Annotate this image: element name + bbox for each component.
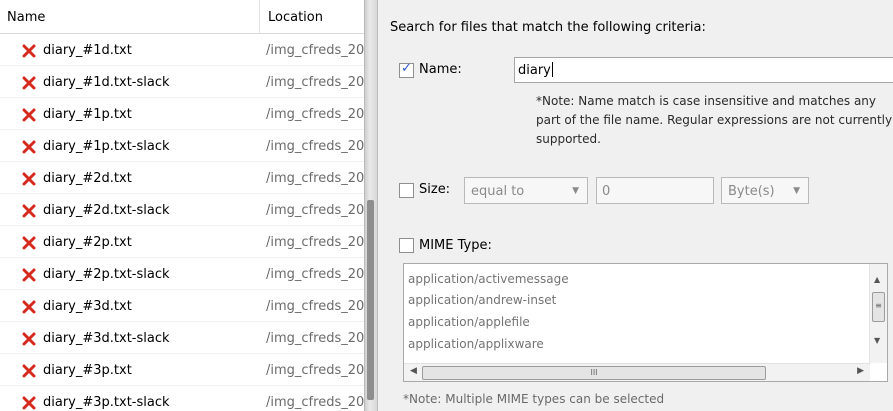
mime-type-option[interactable]: application/applixware bbox=[408, 337, 544, 351]
size-comparator-select[interactable]: equal to ▼ bbox=[464, 177, 588, 204]
file-location: /img_cfreds_20 bbox=[266, 75, 364, 90]
panel-splitter[interactable] bbox=[364, 0, 378, 411]
table-row[interactable]: diary_#1p.txt-slack/img_cfreds_20 bbox=[0, 130, 364, 162]
deleted-file-icon bbox=[22, 204, 36, 218]
deleted-file-icon bbox=[22, 140, 36, 154]
deleted-file-icon bbox=[22, 268, 36, 282]
file-list-panel: Name Location diary_#1d.txt/img_cfreds_2… bbox=[0, 0, 364, 411]
file-location: /img_cfreds_20 bbox=[266, 299, 364, 314]
table-row[interactable]: diary_#3p.txt-slack/img_cfreds_20 bbox=[0, 386, 364, 411]
file-name: diary_#3d.txt bbox=[43, 299, 132, 314]
mime-type-list[interactable]: application/activemessage application/an… bbox=[403, 263, 888, 382]
file-name: diary_#1d.txt bbox=[43, 43, 132, 58]
vertical-scroll-thumb[interactable]: ≡ bbox=[872, 292, 885, 322]
file-location: /img_cfreds_20 bbox=[266, 107, 364, 122]
file-list-rows: diary_#1d.txt/img_cfreds_20 diary_#1d.txt… bbox=[0, 34, 364, 411]
name-search-input[interactable]: diary bbox=[514, 57, 893, 83]
deleted-file-icon bbox=[22, 300, 36, 314]
file-name: diary_#3p.txt bbox=[43, 363, 132, 378]
search-criteria-title: Search for files that match the followin… bbox=[390, 20, 706, 35]
mime-type-label: MIME Type: bbox=[419, 238, 492, 253]
deleted-file-icon bbox=[22, 172, 36, 186]
deleted-file-icon bbox=[22, 364, 36, 378]
table-row[interactable]: diary_#1d.txt/img_cfreds_20 bbox=[0, 34, 364, 66]
splitter-scrollbar-thumb[interactable] bbox=[367, 200, 374, 400]
size-label: Size: bbox=[419, 182, 451, 197]
size-unit-select[interactable]: Byte(s) ▼ bbox=[721, 177, 809, 204]
scroll-up-arrow-icon[interactable]: ▲ bbox=[874, 275, 880, 284]
table-row[interactable]: diary_#2d.txt-slack/img_cfreds_20 bbox=[0, 194, 364, 226]
file-name: diary_#3d.txt-slack bbox=[43, 331, 170, 346]
chevron-down-icon: ▼ bbox=[572, 186, 579, 196]
file-location: /img_cfreds_20 bbox=[266, 171, 364, 186]
column-header-name[interactable]: Name bbox=[0, 0, 260, 33]
mime-type-option[interactable]: application/activemessage bbox=[408, 272, 569, 286]
size-value: 0 bbox=[602, 184, 611, 199]
column-header-location[interactable]: Location bbox=[261, 0, 364, 33]
file-location: /img_cfreds_20 bbox=[266, 395, 364, 410]
deleted-file-icon bbox=[22, 332, 36, 346]
file-name: diary_#1p.txt-slack bbox=[43, 139, 170, 154]
table-row[interactable]: diary_#2p.txt-slack/img_cfreds_20 bbox=[0, 258, 364, 290]
file-location: /img_cfreds_20 bbox=[266, 43, 364, 58]
name-label: Name: bbox=[419, 62, 462, 77]
size-comparator-value: equal to bbox=[471, 184, 525, 199]
table-row[interactable]: diary_#3d.txt/img_cfreds_20 bbox=[0, 290, 364, 322]
file-name: diary_#2p.txt bbox=[43, 235, 132, 250]
file-list-header: Name Location bbox=[0, 0, 364, 34]
deleted-file-icon bbox=[22, 44, 36, 58]
table-row[interactable]: diary_#2d.txt/img_cfreds_20 bbox=[0, 162, 364, 194]
name-search-value: diary bbox=[518, 63, 551, 78]
file-location: /img_cfreds_20 bbox=[266, 203, 364, 218]
name-checkbox[interactable] bbox=[399, 61, 414, 78]
file-location: /img_cfreds_20 bbox=[266, 363, 364, 378]
mime-type-option[interactable]: application/applefile bbox=[408, 315, 530, 329]
file-name: diary_#1p.txt bbox=[43, 107, 132, 122]
table-row[interactable]: diary_#1d.txt-slack/img_cfreds_20 bbox=[0, 66, 364, 98]
table-row[interactable]: diary_#3d.txt-slack/img_cfreds_20 bbox=[0, 322, 364, 354]
file-name: diary_#2d.txt bbox=[43, 171, 132, 186]
deleted-file-icon bbox=[22, 236, 36, 250]
deleted-file-icon bbox=[22, 76, 36, 90]
file-location: /img_cfreds_20 bbox=[266, 267, 364, 282]
deleted-file-icon bbox=[22, 108, 36, 122]
size-checkbox[interactable] bbox=[399, 183, 414, 198]
file-name: diary_#1d.txt-slack bbox=[43, 75, 170, 90]
mime-type-note: *Note: Multiple MIME types can be select… bbox=[403, 392, 665, 406]
file-location: /img_cfreds_20 bbox=[266, 331, 364, 346]
scroll-left-arrow-icon[interactable]: ◀ bbox=[410, 366, 417, 376]
file-location: /img_cfreds_20 bbox=[266, 139, 364, 154]
mime-list-horizontal-scrollbar[interactable]: ◀ III ▶ bbox=[404, 363, 870, 381]
text-caret bbox=[551, 62, 553, 77]
file-name: diary_#3p.txt-slack bbox=[43, 395, 170, 410]
search-criteria-panel: Search for files that match the followin… bbox=[378, 0, 893, 411]
chevron-down-icon: ▼ bbox=[793, 186, 800, 196]
size-unit-value: Byte(s) bbox=[728, 184, 775, 199]
file-name: diary_#2d.txt-slack bbox=[43, 203, 170, 218]
name-match-note: *Note: Name match is case insensitive an… bbox=[536, 94, 893, 146]
mime-type-option[interactable]: application/andrew-inset bbox=[408, 293, 556, 307]
file-name: diary_#2p.txt-slack bbox=[43, 267, 170, 282]
horizontal-scroll-thumb[interactable]: III bbox=[422, 366, 766, 380]
size-value-input[interactable]: 0 bbox=[596, 177, 714, 204]
table-row[interactable]: diary_#1p.txt/img_cfreds_20 bbox=[0, 98, 364, 130]
mime-list-vertical-scrollbar[interactable]: ▲ ≡ ▼ bbox=[869, 264, 887, 363]
table-row[interactable]: diary_#3p.txt/img_cfreds_20 bbox=[0, 354, 364, 386]
file-location: /img_cfreds_20 bbox=[266, 235, 364, 250]
deleted-file-icon bbox=[22, 396, 36, 410]
scroll-right-arrow-icon[interactable]: ▶ bbox=[857, 366, 864, 376]
mime-type-checkbox[interactable] bbox=[399, 238, 414, 253]
scroll-down-arrow-icon[interactable]: ▼ bbox=[874, 336, 880, 345]
table-row[interactable]: diary_#2p.txt/img_cfreds_20 bbox=[0, 226, 364, 258]
